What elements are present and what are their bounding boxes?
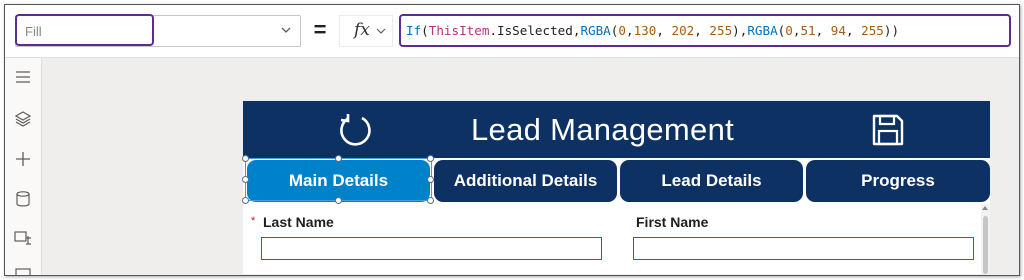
app-screen: Lead Management Main Details Additional … (242, 101, 990, 274)
resize-handle[interactable] (427, 197, 434, 204)
resize-handle[interactable] (242, 155, 249, 162)
first-name-input[interactable] (633, 237, 974, 260)
fx-icon: fx (354, 20, 370, 40)
first-name-label: First Name (636, 214, 709, 230)
tools-icon[interactable] (13, 264, 33, 276)
scroll-up-arrow[interactable] (982, 206, 988, 210)
formula-token: , (625, 23, 634, 38)
chevron-down-icon (281, 27, 291, 33)
formula-token: If (406, 23, 422, 38)
formula-token: 202 (671, 23, 695, 38)
formula-token: 51 (800, 23, 816, 38)
tab-progress[interactable]: Progress (806, 160, 990, 202)
formula-token: , (656, 23, 672, 38)
formula-token: )) (883, 23, 900, 38)
resize-handle[interactable] (427, 155, 434, 162)
left-rail (5, 58, 42, 275)
formula-token: .IsSelected, (489, 23, 581, 38)
resize-handle[interactable] (427, 176, 434, 183)
last-name-input[interactable] (261, 237, 602, 260)
tab-main-details[interactable]: Main Details (247, 160, 430, 202)
function-button[interactable]: fx (339, 15, 393, 47)
equals-sign: = (313, 17, 327, 42)
scroll-thumb[interactable] (983, 216, 988, 274)
formula-token: 255 (709, 23, 733, 38)
formula-token: 0 (785, 23, 793, 38)
resize-handle[interactable] (242, 197, 249, 204)
formula-text: If(ThisItem.IsSelected,RGBA(0,130, 202, … (406, 23, 899, 38)
formula-token: , (694, 23, 710, 38)
formula-token: RGBA (747, 23, 778, 38)
formula-token: ), (732, 23, 748, 38)
resize-handle[interactable] (335, 197, 342, 204)
chevron-down-icon (376, 28, 386, 34)
formula-bar: Fill = fx If(ThisItem.IsSelected,RGBA(0,… (5, 5, 1019, 58)
refresh-icon[interactable] (336, 111, 374, 149)
vertical-scrollbar[interactable] (981, 204, 990, 274)
formula-token: 255 (861, 23, 884, 38)
formula-token: ( (421, 23, 429, 38)
formula-token: , (815, 23, 831, 38)
save-icon[interactable] (871, 113, 905, 147)
tab-lead-details[interactable]: Lead Details (620, 160, 803, 202)
plus-icon[interactable] (13, 149, 33, 169)
app-header: Lead Management (243, 101, 990, 158)
formula-token: 0 (618, 23, 626, 38)
formula-token: , (845, 23, 862, 38)
formula-token: ThisItem (428, 23, 490, 38)
tab-label: Progress (861, 171, 935, 190)
formula-token: RGBA (580, 23, 611, 38)
formula-token: 130 (633, 23, 657, 38)
last-name-label: Last Name (263, 214, 334, 230)
formula-token: 94 (830, 23, 846, 38)
property-highlight-box (15, 14, 154, 46)
tab-label: Additional Details (453, 171, 598, 190)
database-icon[interactable] (13, 189, 33, 209)
tab-label: Main Details (288, 171, 389, 190)
resize-handle[interactable] (335, 155, 342, 162)
hamburger-icon[interactable] (13, 67, 33, 87)
formula-input[interactable]: If(ThisItem.IsSelected,RGBA(0,130, 202, … (399, 14, 1011, 47)
app-title: Lead Management (471, 112, 735, 147)
required-asterisk: * (251, 215, 256, 227)
resize-handle[interactable] (242, 176, 249, 183)
edit-form: * Last Name First Name (243, 204, 990, 274)
tab-label: Lead Details (661, 171, 762, 190)
media-icon[interactable] (13, 228, 33, 248)
layers-icon[interactable] (13, 109, 33, 129)
tab-additional-details[interactable]: Additional Details (434, 160, 617, 202)
